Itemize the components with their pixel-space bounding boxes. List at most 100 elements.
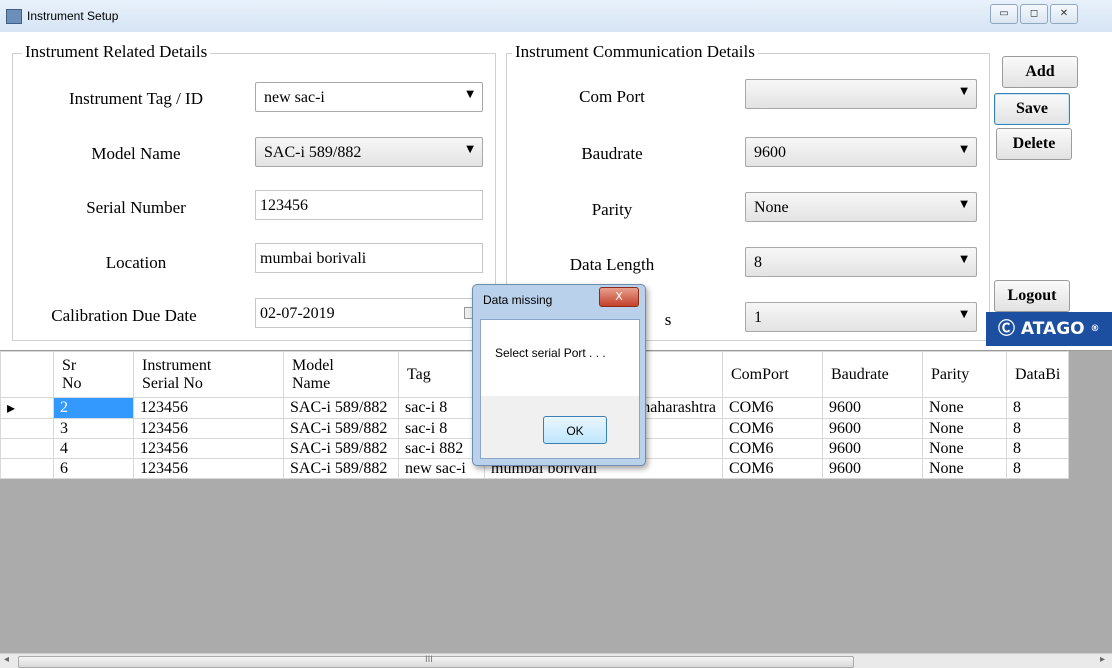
maximize-icon[interactable]: ◻ xyxy=(1020,4,1048,24)
window-controls: ▭ ◻ ✕ xyxy=(990,4,1080,24)
chevron-down-icon[interactable]: ▼ xyxy=(960,199,968,210)
chevron-down-icon[interactable]: ▼ xyxy=(466,144,474,155)
cell-parity[interactable]: None xyxy=(922,418,1007,439)
dialog-message: Select serial Port . . . xyxy=(495,346,606,360)
cell-parity[interactable]: None xyxy=(922,397,1007,419)
baudrate-label: Baudrate xyxy=(581,144,643,163)
cell-parity[interactable]: None xyxy=(922,438,1007,459)
dialog-footer: OK xyxy=(481,396,639,458)
column-baudrate[interactable]: Baudrate xyxy=(822,351,923,398)
close-icon[interactable]: ✕ xyxy=(1050,4,1078,24)
com-port-label: Com Port xyxy=(579,87,645,106)
instrument-details-legend: Instrument Related Details xyxy=(22,42,211,62)
cell-databits[interactable]: 8 xyxy=(1005,458,1070,479)
cell-comport[interactable]: COM6 xyxy=(722,418,823,439)
minimize-icon[interactable]: ▭ xyxy=(990,4,1018,24)
cell-baud[interactable]: 9600 xyxy=(822,418,923,439)
model-name-combo[interactable]: SAC-i 589/882 ▼ xyxy=(255,137,483,167)
cell-sr[interactable]: 2 xyxy=(53,397,134,419)
cell-comport[interactable]: COM6 xyxy=(722,397,823,419)
dialog-body: Select serial Port . . . OK xyxy=(480,319,640,459)
instrument-tag-value: new sac-i xyxy=(264,89,325,106)
stop-bits-value: 1 xyxy=(754,309,762,326)
scroll-left-icon[interactable]: ◂ xyxy=(4,654,9,665)
location-label: Location xyxy=(105,253,167,272)
save-button[interactable]: Save xyxy=(994,93,1070,125)
row-selector-icon[interactable]: ▸ xyxy=(0,397,54,419)
ok-button[interactable]: OK xyxy=(543,416,607,444)
cell-serial[interactable]: 123456 xyxy=(133,438,284,459)
cell-sr[interactable]: 4 xyxy=(53,438,134,459)
instrument-tag-label: Instrument Tag / ID xyxy=(69,89,203,108)
calibration-date-picker[interactable]: 02-07-2019 xyxy=(255,298,483,328)
cell-databits[interactable]: 8 xyxy=(1005,438,1070,459)
column-parity[interactable]: Parity xyxy=(922,351,1007,398)
calibration-date-value: 02-07-2019 xyxy=(260,305,335,322)
parity-label: Parity xyxy=(591,200,633,219)
app-icon xyxy=(6,9,22,24)
cell-databits[interactable]: 8 xyxy=(1005,418,1070,439)
data-length-combo[interactable]: 8 ▼ xyxy=(745,247,977,277)
chevron-down-icon[interactable]: ▼ xyxy=(960,86,968,97)
com-port-combo[interactable]: ▼ xyxy=(745,79,977,109)
cell-serial[interactable]: 123456 xyxy=(133,397,284,419)
serial-number-field[interactable]: 123456 xyxy=(255,190,483,220)
scrollbar-thumb[interactable]: III xyxy=(18,655,854,668)
chevron-down-icon[interactable]: ▼ xyxy=(960,144,968,155)
cell-parity[interactable]: None xyxy=(922,458,1007,479)
scroll-grip-icon: III xyxy=(425,655,433,665)
logo-mark-icon: Ⓒ xyxy=(998,319,1015,339)
serial-number-label: Serial Number xyxy=(86,198,186,217)
logout-button[interactable]: Logout xyxy=(994,280,1070,312)
model-name-label: Model Name xyxy=(91,144,181,163)
data-length-value: 8 xyxy=(754,254,762,271)
calibration-due-date-label: Calibration Due Date xyxy=(51,306,197,325)
column-model-name[interactable]: Model Name xyxy=(283,351,399,398)
cell-databits[interactable]: 8 xyxy=(1005,397,1070,419)
location-field[interactable]: mumbai borivali xyxy=(255,243,483,273)
baudrate-combo[interactable]: 9600 ▼ xyxy=(745,137,977,167)
stop-bits-combo[interactable]: 1 ▼ xyxy=(745,302,977,332)
cell-comport[interactable]: COM6 xyxy=(722,438,823,459)
cell-model[interactable]: SAC-i 589/882 xyxy=(283,397,399,419)
logo-text: ATAGO xyxy=(1020,319,1085,339)
cell-model[interactable]: SAC-i 589/882 xyxy=(283,458,399,479)
title-bar: Instrument Setup ▭ ◻ ✕ xyxy=(0,0,1112,32)
cell-comport[interactable]: COM6 xyxy=(722,458,823,479)
cell-model[interactable]: SAC-i 589/882 xyxy=(283,438,399,459)
column-databits[interactable]: DataBi xyxy=(1005,351,1070,398)
dialog-title: Data missing xyxy=(483,293,553,307)
baudrate-value: 9600 xyxy=(754,144,786,161)
stop-bits-label: s xyxy=(664,310,672,329)
cell-serial[interactable]: 123456 xyxy=(133,458,284,479)
window-title: Instrument Setup xyxy=(27,9,119,23)
add-button[interactable]: Add xyxy=(1002,56,1078,88)
cell-serial[interactable]: 123456 xyxy=(133,418,284,439)
parity-combo[interactable]: None ▼ xyxy=(745,192,977,222)
column-serial-no[interactable]: Instrument Serial No xyxy=(133,351,284,398)
parity-value: None xyxy=(754,199,789,216)
delete-button[interactable]: Delete xyxy=(996,128,1072,160)
cell-baud[interactable]: 9600 xyxy=(822,397,923,419)
row-selector[interactable] xyxy=(0,438,54,459)
row-selector[interactable] xyxy=(0,418,54,439)
chevron-down-icon[interactable]: ▼ xyxy=(960,309,968,320)
row-header-corner xyxy=(0,351,54,398)
horizontal-scrollbar[interactable]: ◂ III ▸ xyxy=(0,653,1112,668)
row-selector[interactable] xyxy=(0,458,54,479)
cell-baud[interactable]: 9600 xyxy=(822,458,923,479)
cell-model[interactable]: SAC-i 589/882 xyxy=(283,418,399,439)
column-sr-no[interactable]: Sr No xyxy=(53,351,134,398)
instrument-tag-combo[interactable]: new sac-i ▼ xyxy=(255,82,483,112)
logo-registered: ® xyxy=(1090,324,1100,334)
chevron-down-icon[interactable]: ▼ xyxy=(466,89,474,100)
chevron-down-icon[interactable]: ▼ xyxy=(960,254,968,265)
atago-logo: Ⓒ ATAGO ® xyxy=(986,312,1112,346)
cell-sr[interactable]: 3 xyxy=(53,418,134,439)
column-comport[interactable]: ComPort xyxy=(722,351,823,398)
cell-baud[interactable]: 9600 xyxy=(822,438,923,459)
communication-details-legend: Instrument Communication Details xyxy=(512,42,758,62)
cell-sr[interactable]: 6 xyxy=(53,458,134,479)
scroll-right-icon[interactable]: ▸ xyxy=(1100,654,1105,665)
dialog-close-icon[interactable]: X xyxy=(599,287,639,307)
